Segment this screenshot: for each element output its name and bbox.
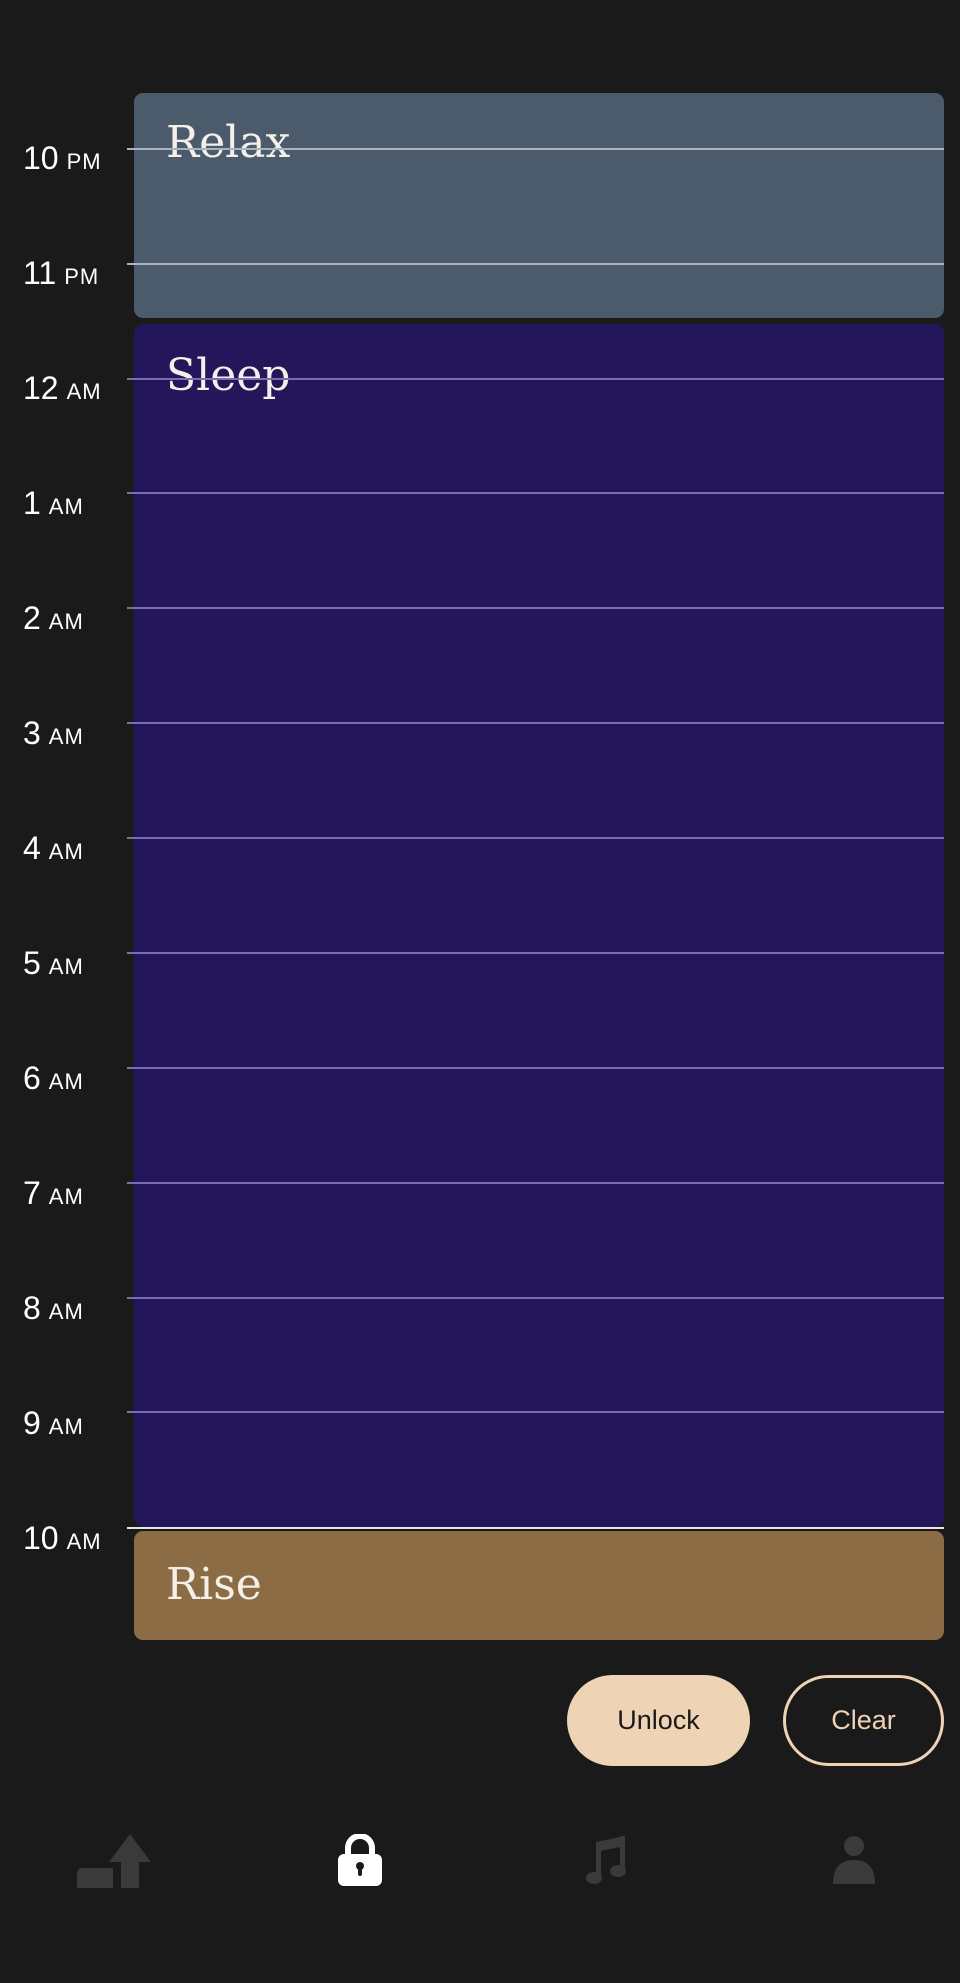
hour-line [127, 263, 944, 265]
sleep-block-title: Sleep [166, 350, 291, 401]
nav-item-lock[interactable] [310, 1810, 410, 1910]
hour-label-10am: 10 AM [23, 1520, 102, 1556]
rise-block-title: Rise [166, 1559, 262, 1610]
hour-label-5am: 5 AM [23, 945, 84, 981]
hour-line [127, 1067, 944, 1069]
hour-line [127, 492, 944, 494]
hour-label-7am: 7 AM [23, 1175, 84, 1211]
music-note-icon [586, 1836, 626, 1884]
relax-block-title: Relax [166, 117, 291, 168]
rise-block[interactable]: Rise [134, 1531, 944, 1640]
hour-line [127, 1182, 944, 1184]
hour-line [127, 722, 944, 724]
person-icon [833, 1836, 875, 1884]
lock-icon [338, 1834, 382, 1886]
hour-label-8am: 8 AM [23, 1290, 84, 1326]
hour-label-2am: 2 AM [23, 600, 84, 636]
hour-line [127, 378, 944, 380]
hour-label-10pm: 10 PM [23, 140, 102, 176]
unlock-button[interactable]: Unlock [567, 1675, 750, 1766]
hour-label-4am: 4 AM [23, 830, 84, 866]
hour-label-3am: 3 AM [23, 715, 84, 751]
hour-label-11pm: 11 PM [23, 255, 100, 291]
hour-label-9am: 9 AM [23, 1405, 84, 1441]
bottom-nav [0, 1810, 960, 1910]
hour-line [127, 607, 944, 609]
schedule-timeline: Relax Sleep Rise 10 PM 11 PM 12 AM 1 AM 2 AM … [0, 0, 960, 1660]
hour-label-1am: 1 AM [23, 485, 84, 521]
relax-block[interactable]: Relax [134, 93, 944, 318]
hour-line [127, 1527, 944, 1529]
hour-line [127, 148, 944, 150]
sleep-block[interactable]: Sleep [134, 324, 944, 1527]
clear-button[interactable]: Clear [783, 1675, 944, 1766]
hour-line [127, 837, 944, 839]
nav-item-profile[interactable] [804, 1810, 904, 1910]
hour-line [127, 1297, 944, 1299]
hour-label-12am: 12 AM [23, 370, 102, 406]
nav-item-music[interactable] [557, 1810, 657, 1910]
sunrise-icon [77, 1834, 151, 1888]
hour-line [127, 1411, 944, 1413]
nav-item-sunrise[interactable] [63, 1810, 163, 1910]
hour-line [127, 952, 944, 954]
hour-label-6am: 6 AM [23, 1060, 84, 1096]
